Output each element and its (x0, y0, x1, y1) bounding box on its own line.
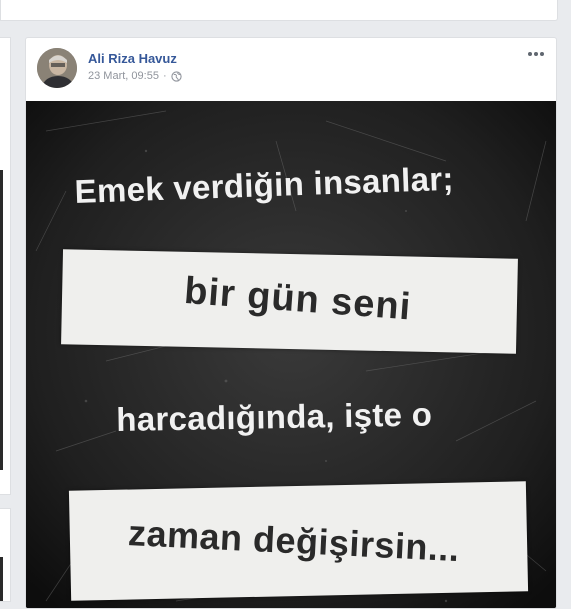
post-image[interactable]: Emek verdiğin insanlar; bir gün seni har… (26, 101, 556, 608)
post-meta: 23 Mart, 09:55 · (88, 70, 182, 82)
post-timestamp[interactable]: 23 Mart, 09:55 (88, 70, 159, 82)
image-text-line-4: zaman değişirsin... (127, 512, 461, 570)
image-text-line-3: harcadığında, işte o (116, 395, 433, 438)
meta-separator: · (162, 70, 167, 82)
globe-icon[interactable] (170, 70, 182, 82)
image-text-line-2: bir gün seni (182, 269, 413, 329)
post-header: Ali Riza Havuz 23 Mart, 09:55 · (26, 38, 556, 100)
author-avatar[interactable] (37, 48, 77, 88)
left-column-card (0, 37, 11, 495)
more-options-icon[interactable] (524, 46, 548, 62)
author-name-link[interactable]: Ali Riza Havuz (88, 51, 177, 66)
paper-strip-1: bir gün seni (61, 249, 518, 354)
avatar-photo (37, 48, 77, 88)
left-column-card-2 (0, 508, 11, 602)
feed-post: Ali Riza Havuz 23 Mart, 09:55 · Emek ver… (25, 37, 557, 609)
previous-post-card (0, 0, 558, 21)
left-column-image (0, 170, 3, 470)
paper-strip-2: zaman değişirsin... (68, 481, 529, 601)
left-column-image-2 (0, 557, 3, 601)
